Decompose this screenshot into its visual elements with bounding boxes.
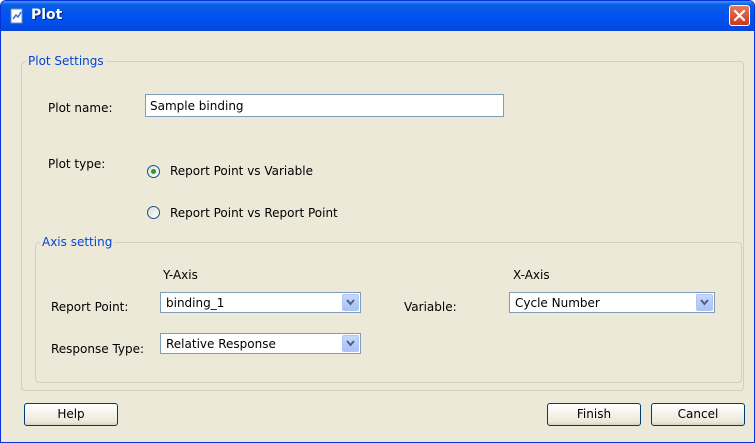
- chevron-down-icon: [346, 340, 355, 347]
- report-point-dropdown-button[interactable]: [342, 294, 359, 311]
- response-type-dropdown-button[interactable]: [342, 335, 359, 352]
- plot-name-input[interactable]: [145, 94, 504, 117]
- report-point-label: Report Point:: [51, 300, 129, 314]
- radio-label-report-point-vs-report-point[interactable]: Report Point vs Report Point: [170, 206, 338, 220]
- chevron-down-icon: [346, 299, 355, 306]
- variable-label: Variable:: [404, 300, 457, 314]
- report-point-value: binding_1: [166, 296, 225, 310]
- close-icon: [733, 9, 746, 22]
- report-point-select[interactable]: binding_1: [160, 292, 361, 313]
- plot-dialog: Plot Plot Settings Plot name: Plot type:…: [0, 0, 755, 443]
- response-type-select[interactable]: Relative Response: [160, 333, 361, 354]
- finish-button[interactable]: Finish: [547, 403, 641, 426]
- help-button[interactable]: Help: [24, 403, 118, 426]
- title-bar[interactable]: Plot: [1, 1, 754, 31]
- x-axis-header: X-Axis: [513, 268, 550, 282]
- variable-select[interactable]: Cycle Number: [509, 292, 715, 313]
- radio-report-point-vs-report-point[interactable]: [147, 206, 160, 219]
- radio-selected-dot: [151, 169, 156, 174]
- plot-type-label: Plot type:: [48, 157, 106, 171]
- axis-setting-legend: Axis setting: [42, 235, 113, 249]
- variable-value: Cycle Number: [515, 296, 600, 310]
- variable-dropdown-button[interactable]: [696, 294, 713, 311]
- plot-name-label: Plot name:: [48, 101, 113, 115]
- plot-document-icon: [10, 8, 23, 24]
- dialog-body: Plot Settings Plot name: Plot type: Repo…: [5, 31, 750, 438]
- close-button[interactable]: [729, 5, 750, 26]
- response-type-value: Relative Response: [166, 337, 276, 351]
- plot-settings-legend: Plot Settings: [28, 54, 104, 68]
- radio-label-report-point-vs-variable[interactable]: Report Point vs Variable: [170, 164, 313, 178]
- response-type-label: Response Type:: [51, 342, 145, 356]
- radio-report-point-vs-variable[interactable]: [147, 165, 160, 178]
- window-title: Plot: [31, 7, 63, 23]
- y-axis-header: Y-Axis: [163, 268, 198, 282]
- chevron-down-icon: [700, 299, 709, 306]
- cancel-button[interactable]: Cancel: [651, 403, 745, 426]
